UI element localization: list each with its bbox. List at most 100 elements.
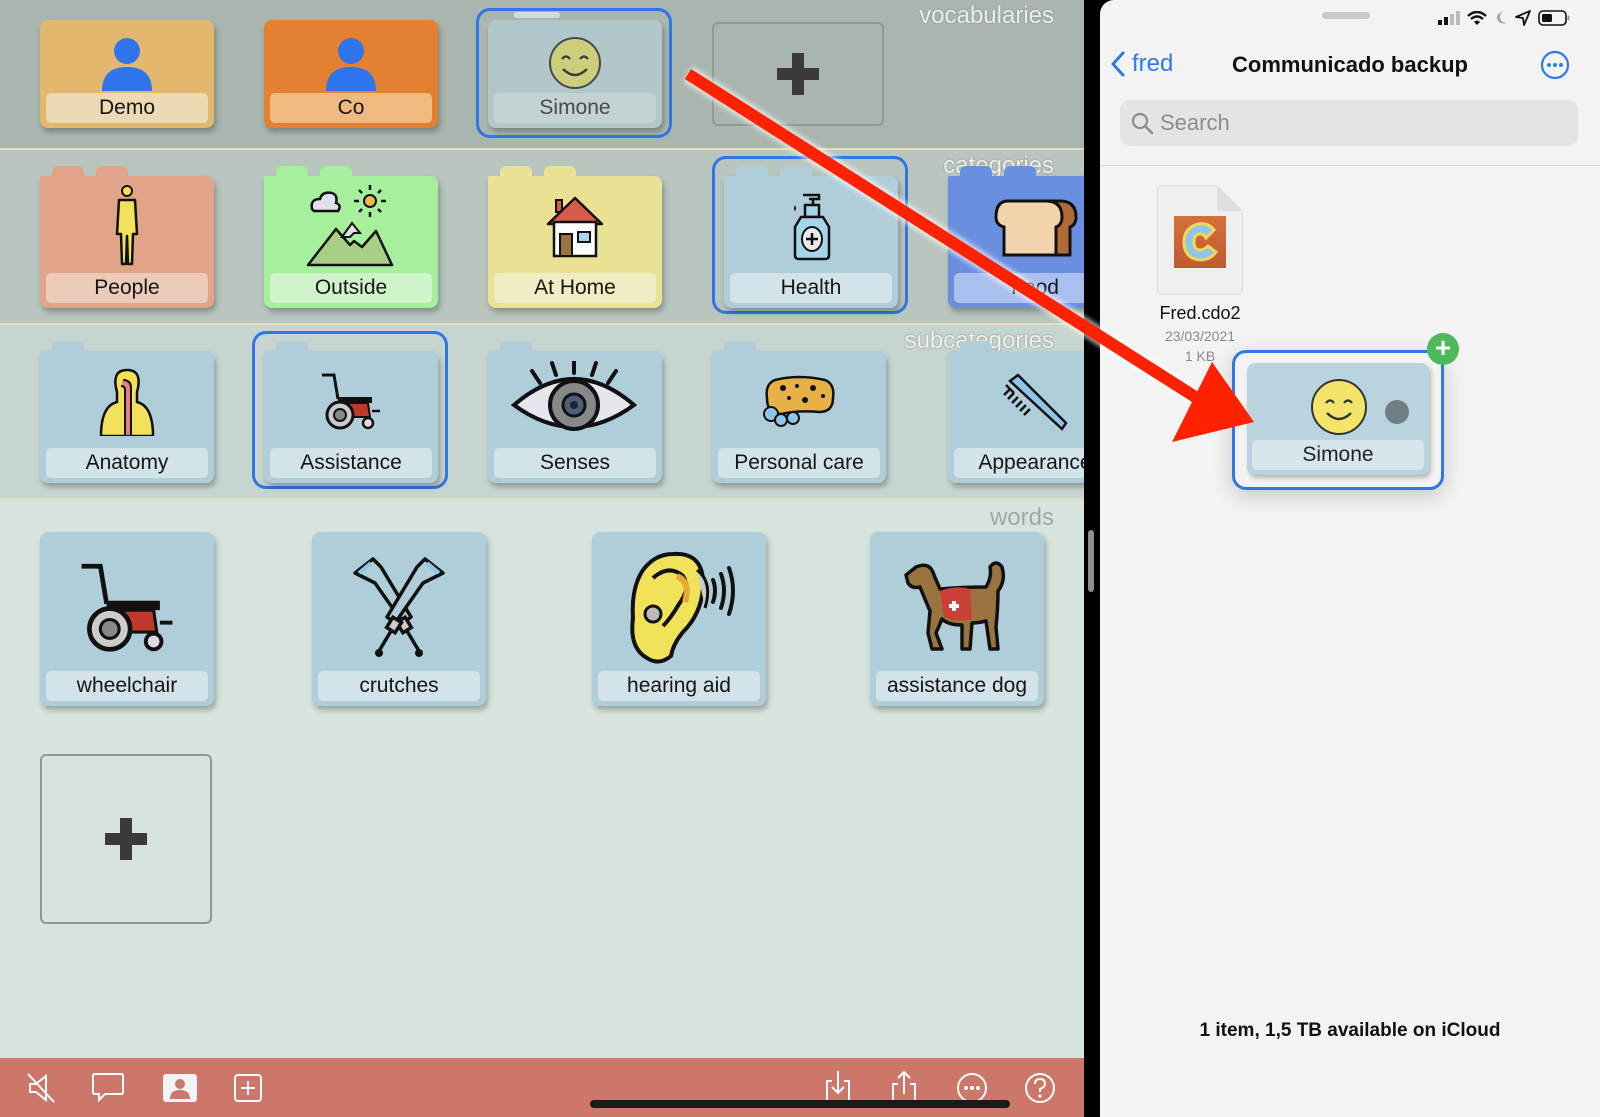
drag-preview-label: Simone <box>1252 440 1424 470</box>
add-square-icon <box>234 1074 262 1102</box>
tile-label: Demo <box>46 93 208 123</box>
file-thumbnail <box>1157 185 1243 295</box>
tile-label: hearing aid <box>598 671 760 701</box>
category-tile-food[interactable]: Food <box>948 166 1084 308</box>
tile-label: Simone <box>494 93 656 123</box>
word-tile-hearing-aid[interactable]: hearing aid <box>592 532 766 706</box>
divider <box>1100 165 1600 166</box>
ellipsis-circle-icon <box>1540 50 1570 80</box>
vocabularies-section: vocabularies Demo Co Simone <box>0 0 1084 148</box>
help-icon <box>1025 1073 1055 1103</box>
tile-label: Appearance <box>954 448 1084 478</box>
location-icon <box>1515 10 1531 26</box>
assistance-dog-icon <box>870 546 1044 668</box>
tile-label: Food <box>954 273 1084 303</box>
category-tile-people[interactable]: People <box>40 166 214 308</box>
subcategory-tile-assistance[interactable]: Assistance <box>264 341 438 483</box>
smiley-icon <box>488 28 662 98</box>
help-button[interactable] <box>1020 1068 1060 1108</box>
file-date: 23/03/2021 <box>1164 328 1236 344</box>
category-tile-health[interactable]: Health <box>724 166 898 308</box>
smiley-icon <box>1309 377 1369 442</box>
house-icon <box>488 186 662 266</box>
hearing-aid-icon <box>592 546 766 668</box>
tile-label: wheelchair <box>46 671 208 701</box>
more-options-button[interactable] <box>1540 50 1570 80</box>
communicado-app-icon <box>1174 216 1226 268</box>
signal-icon <box>1438 11 1460 25</box>
wheelchair-icon <box>40 546 214 668</box>
word-tile-crutches[interactable]: crutches <box>312 532 486 706</box>
categories-section: categories People Outside At Home Health… <box>0 148 1084 323</box>
words-section: words wheelchair crutches hearing aid as… <box>0 498 1084 1058</box>
communicado-app: vocabularies Demo Co Simone categories P… <box>0 0 1084 1117</box>
tile-label: Co <box>270 93 432 123</box>
moon-icon <box>1496 11 1507 24</box>
section-label-words: words <box>989 504 1054 531</box>
battery-icon <box>1538 10 1570 26</box>
crutches-icon <box>312 546 486 668</box>
tile-label: Assistance <box>270 448 432 478</box>
tile-label: People <box>46 273 208 303</box>
tile-label: Health <box>730 273 892 303</box>
tile-label: At Home <box>494 273 656 303</box>
split-view-handle[interactable] <box>1088 530 1094 592</box>
tile-label: assistance dog <box>876 671 1038 701</box>
speech-button[interactable] <box>88 1068 128 1108</box>
home-indicator <box>590 1100 1010 1108</box>
anatomy-icon <box>40 361 214 441</box>
section-label-vocabularies: vocabularies <box>919 2 1054 29</box>
sponge-icon <box>712 361 886 441</box>
drag-preview-tile: Simone <box>1247 363 1429 475</box>
person-body-icon <box>40 185 214 266</box>
person-icon <box>40 28 214 98</box>
add-vocabulary-button[interactable] <box>712 22 884 126</box>
wheelchair-icon <box>264 361 438 441</box>
vocabulary-tile-simone[interactable]: Simone <box>488 20 662 128</box>
category-tile-at-home[interactable]: At Home <box>488 166 662 308</box>
file-item[interactable]: Fred.cdo2 23/03/2021 1 KB <box>1130 185 1270 364</box>
window-grabber[interactable] <box>1322 12 1370 19</box>
status-bar <box>1438 8 1570 28</box>
tile-label: Personal care <box>718 448 880 478</box>
drag-handle[interactable] <box>514 12 560 18</box>
plus-icon <box>105 818 147 860</box>
landscape-icon <box>264 185 438 267</box>
vocabulary-tile-co[interactable]: Co <box>264 20 438 128</box>
file-name: Fred.cdo2 <box>1159 303 1241 323</box>
profile-icon <box>163 1074 197 1102</box>
subcategory-tile-senses[interactable]: Senses <box>488 341 662 483</box>
sanitizer-icon <box>724 186 898 266</box>
search-field[interactable] <box>1120 100 1578 146</box>
drag-preview[interactable]: Simone + <box>1232 333 1459 490</box>
bread-icon <box>948 186 1084 266</box>
add-word-button[interactable] <box>40 754 212 924</box>
page-title: Communicado backup <box>1232 52 1468 77</box>
comb-icon <box>948 361 1084 441</box>
status-dot <box>1385 400 1409 424</box>
bottom-toolbar <box>0 1058 1084 1117</box>
subcategory-tile-appearance[interactable]: Appearance <box>948 341 1084 483</box>
mute-icon <box>27 1073 55 1103</box>
subcategory-tile-anatomy[interactable]: Anatomy <box>40 341 214 483</box>
category-tile-outside[interactable]: Outside <box>264 166 438 308</box>
profile-button[interactable] <box>160 1068 200 1108</box>
wifi-icon <box>1467 10 1487 25</box>
add-badge-icon: + <box>1427 333 1459 365</box>
storage-status: 1 item, 1,5 TB available on iCloud <box>1199 1020 1501 1041</box>
subcategory-tile-personal-care[interactable]: Personal care <box>712 341 886 483</box>
mute-button[interactable] <box>22 1068 62 1108</box>
tile-label: Senses <box>494 448 656 478</box>
speech-bubble-icon <box>92 1073 124 1103</box>
person-icon <box>264 28 438 98</box>
tile-label: crutches <box>318 671 480 701</box>
tile-label: Anatomy <box>46 448 208 478</box>
add-button[interactable] <box>228 1068 268 1108</box>
tile-label: Outside <box>270 273 432 303</box>
word-tile-assistance-dog[interactable]: assistance dog <box>870 532 1044 706</box>
subcategories-section: subcategories Anatomy Assistance Senses <box>0 323 1084 498</box>
search-input[interactable] <box>1160 110 1560 136</box>
files-app: fred Communicado backup Fred.cdo2 23/03/… <box>1100 0 1600 1117</box>
vocabulary-tile-demo[interactable]: Demo <box>40 20 214 128</box>
word-tile-wheelchair[interactable]: wheelchair <box>40 532 214 706</box>
